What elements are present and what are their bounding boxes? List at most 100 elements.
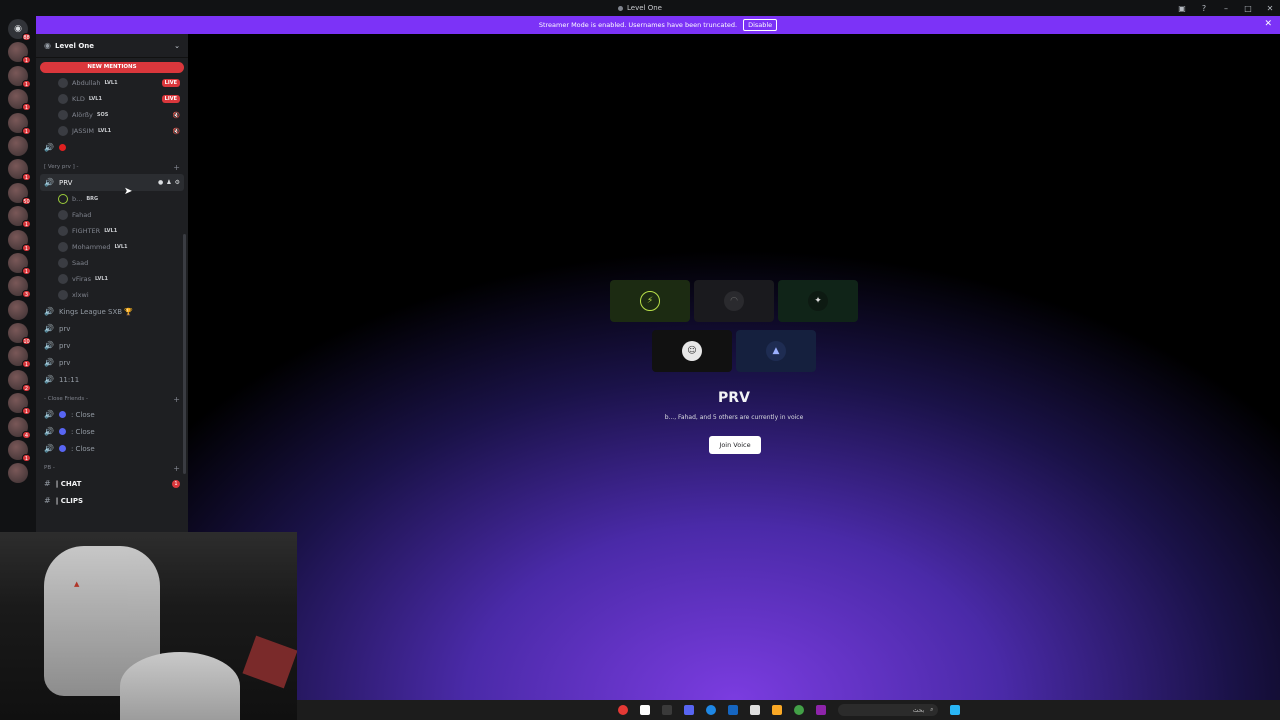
help-icon[interactable]: ? xyxy=(1198,4,1210,13)
voice-channel[interactable]: 🔊 prv xyxy=(36,337,188,354)
guild-header[interactable]: ◉ Level One ⌄ xyxy=(36,34,188,58)
voice-user[interactable]: Fahad xyxy=(36,207,188,223)
start-icon[interactable] xyxy=(949,705,960,715)
close-button[interactable]: ✕ xyxy=(1264,4,1276,13)
close-banner-icon[interactable]: ✕ xyxy=(1264,19,1272,29)
server-icon[interactable]: 1 xyxy=(8,65,31,88)
inbox-icon[interactable]: ▣ xyxy=(1176,4,1188,13)
role-tag: LVL1 xyxy=(114,244,128,250)
add-channel-icon[interactable]: + xyxy=(173,464,180,473)
avatar xyxy=(58,274,68,284)
add-channel-icon[interactable]: + xyxy=(173,163,180,172)
taskbar-search[interactable]: بحث ⌕ xyxy=(837,704,938,716)
server-icon[interactable]: 10 xyxy=(8,323,31,346)
voice-channel-red[interactable]: 🔊 xyxy=(36,139,188,156)
app-icon[interactable] xyxy=(815,705,826,715)
server-icon[interactable]: 1 xyxy=(8,252,31,275)
app-icon[interactable] xyxy=(639,705,650,715)
channel-name: PRV xyxy=(58,178,73,187)
voice-channel[interactable]: 🔊 Kings League SXB 🏆 xyxy=(36,303,188,320)
voice-user[interactable]: Alörßy SOS 🔇 xyxy=(36,107,188,123)
muted-icon: 🔇 xyxy=(172,127,180,135)
unread-badge: 2 xyxy=(22,383,31,392)
gear-icon[interactable]: ⚙ xyxy=(175,179,180,186)
voice-user[interactable]: Abdullah LVL1 LIVE xyxy=(36,75,188,91)
app-icon[interactable] xyxy=(727,705,738,715)
server-icon[interactable]: 1 xyxy=(8,89,31,112)
app-icon[interactable] xyxy=(617,705,628,715)
server-icon[interactable]: 1 xyxy=(8,206,31,229)
server-icon[interactable]: 1 xyxy=(8,112,31,135)
voice-channel-prv-active[interactable]: 🔊 PRV ● ♟ ⚙ xyxy=(40,174,184,191)
voice-channel-close[interactable]: 🔊: Close xyxy=(36,440,188,457)
discord-icon[interactable] xyxy=(683,705,694,715)
voice-channel-subtitle: b..., Fahad, and 5 others are currently … xyxy=(664,414,804,421)
participant-tile[interactable]: ◠ xyxy=(694,280,774,322)
home-button[interactable]: ◉ 88 xyxy=(8,19,31,41)
voice-channel[interactable]: 🔊 prv xyxy=(36,354,188,371)
app-icon[interactable] xyxy=(749,705,760,715)
server-icon[interactable]: 3 xyxy=(8,276,31,299)
server-icon[interactable]: 1 xyxy=(8,440,31,463)
server-icon[interactable] xyxy=(8,463,28,484)
voice-channel[interactable]: 🔊 prv xyxy=(36,320,188,337)
app-icon[interactable] xyxy=(705,705,716,715)
server-icon[interactable]: 1 xyxy=(8,346,31,369)
chevron-down-icon[interactable]: ⌄ xyxy=(174,42,180,50)
maximize-button[interactable]: □ xyxy=(1242,4,1254,13)
voice-user[interactable]: Saad xyxy=(36,255,188,271)
avatar xyxy=(58,78,68,88)
voice-channel[interactable]: 🔊 11:11 xyxy=(36,371,188,388)
prv-voice-users: b... BRG Fahad FIGHTER LVL1 Mohammed LVL1 Saad v… xyxy=(36,191,188,303)
voice-user[interactable]: JASSIM LVL1 🔇 xyxy=(36,123,188,139)
voice-user[interactable]: Mohammed LVL1 xyxy=(36,239,188,255)
minimize-button[interactable]: – xyxy=(1220,4,1232,13)
unread-badge: 4 xyxy=(22,430,31,439)
participant-tile[interactable]: ☺ xyxy=(652,330,732,372)
voice-channel-close[interactable]: 🔊: Close xyxy=(36,406,188,423)
voice-user[interactable]: vFiras LVL1 xyxy=(36,271,188,287)
muted-icon: 🔇 xyxy=(172,111,180,119)
participant-tile[interactable]: ⚡ xyxy=(610,280,690,322)
participant-tile[interactable]: ✦ xyxy=(778,280,858,322)
text-channel[interactable]: # | CHAT 1 xyxy=(36,475,188,492)
server-icon[interactable]: 50 xyxy=(8,182,31,205)
server-icon[interactable] xyxy=(8,299,28,320)
streamer xyxy=(120,652,240,720)
voice-channel-close[interactable]: 🔊: Close xyxy=(36,423,188,440)
chrome-icon[interactable] xyxy=(793,705,804,715)
voice-user[interactable]: KLD LVL1 LIVE xyxy=(36,91,188,107)
server-icon[interactable]: 1 xyxy=(8,393,31,416)
join-voice-button[interactable]: Join Voice xyxy=(709,436,761,454)
voice-user[interactable]: xlxwi xyxy=(36,287,188,303)
guild-icon: ◉ xyxy=(44,41,51,50)
username: KLD xyxy=(72,95,85,103)
server-icon[interactable] xyxy=(8,135,28,156)
app-icon[interactable] xyxy=(661,705,672,715)
sidebar-scrollbar[interactable] xyxy=(183,234,186,474)
category-close-friends[interactable]: - Close Friends - + xyxy=(36,392,188,406)
new-mentions-pill[interactable]: NEW MENTIONS xyxy=(40,62,184,73)
server-icon[interactable]: 1 xyxy=(8,159,31,182)
category-very-prv[interactable]: [ Very prv ] - + xyxy=(36,160,188,174)
server-icon[interactable]: 1 xyxy=(8,42,31,65)
folder-icon[interactable] xyxy=(771,705,782,715)
participant-row-2: ☺ ▲ xyxy=(188,330,1280,372)
voice-user[interactable]: FIGHTER LVL1 xyxy=(36,223,188,239)
banner-text: Streamer Mode is enabled. Usernames have… xyxy=(538,21,738,29)
disable-button[interactable]: Disable xyxy=(743,19,778,31)
role-tag: LVL1 xyxy=(94,276,109,282)
speaker-icon: 🔊 xyxy=(44,358,54,367)
add-channel-icon[interactable]: + xyxy=(173,395,180,404)
server-icon[interactable]: 2 xyxy=(8,369,31,392)
server-icon[interactable]: 1 xyxy=(8,229,31,252)
channel-name: prv xyxy=(58,324,71,333)
voice-user[interactable]: b... BRG xyxy=(36,191,188,207)
category-pb[interactable]: PB - + xyxy=(36,461,188,475)
window-title: Level One xyxy=(618,4,662,12)
chat-icon[interactable]: ● xyxy=(158,179,163,186)
participant-tile[interactable]: ▲ xyxy=(736,330,816,372)
text-channel[interactable]: # | CLIPS xyxy=(36,492,188,509)
invite-icon[interactable]: ♟ xyxy=(166,179,171,186)
server-icon[interactable]: 4 xyxy=(8,416,31,439)
